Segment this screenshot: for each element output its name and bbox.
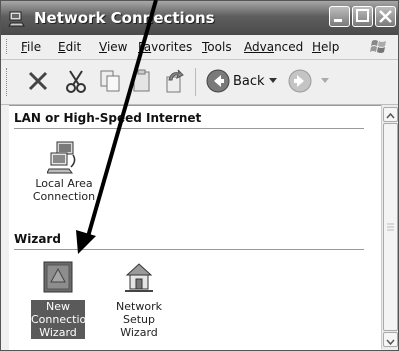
- scroll-down-button[interactable]: [383, 332, 398, 347]
- menu-bar: File Edit View Favorites Tools Advanced …: [1, 35, 398, 60]
- menu-edit-rest: dit: [65, 40, 82, 54]
- chevron-down-icon: [386, 339, 395, 346]
- close-button[interactable]: [375, 6, 396, 27]
- menu-file-rest: ile: [27, 40, 42, 54]
- minimize-button[interactable]: [329, 6, 350, 27]
- minimize-icon: [334, 19, 342, 22]
- menu-help-rest: elp: [321, 40, 340, 54]
- back-button[interactable]: Back: [203, 67, 283, 95]
- menu-help[interactable]: Help: [312, 40, 339, 54]
- menu-advanced-rest: nced: [274, 40, 304, 54]
- item-label-line2: Connection: [31, 313, 94, 326]
- item-label-line1: Local Area: [35, 177, 93, 190]
- back-dropdown-icon[interactable]: [269, 78, 277, 84]
- vertical-scrollbar[interactable]: [381, 105, 398, 349]
- copy-icon[interactable]: [97, 68, 123, 94]
- forward-button[interactable]: [285, 67, 335, 95]
- menu-view[interactable]: View: [99, 40, 127, 54]
- group-header-lan: LAN or High-Speed Internet: [14, 111, 202, 125]
- toolbar: Back: [1, 60, 398, 105]
- maximize-icon: [356, 9, 369, 22]
- menu-tools-rest: ools: [207, 40, 232, 54]
- scroll-up-button[interactable]: [383, 107, 398, 122]
- paste-icon[interactable]: [129, 68, 155, 94]
- network-connections-icon: [8, 11, 25, 27]
- delete-icon[interactable]: [25, 68, 51, 94]
- item-label-line1: Network Setup: [116, 300, 162, 326]
- local-area-connection[interactable]: Local Area Connection: [29, 139, 99, 203]
- toolbar-grip: [6, 68, 10, 96]
- menu-edit[interactable]: Edit: [58, 40, 81, 54]
- menu-advanced-accel: Adva: [244, 40, 275, 54]
- group-divider: [14, 128, 364, 129]
- menu-grip: [6, 39, 10, 54]
- cut-icon[interactable]: [63, 68, 89, 94]
- scroll-thumb[interactable]: [383, 123, 398, 331]
- undo-icon[interactable]: [161, 68, 187, 94]
- title-bar[interactable]: Network Connections: [1, 1, 398, 35]
- menu-favorites[interactable]: Favorites: [138, 40, 192, 54]
- item-label-line1: New: [31, 300, 85, 313]
- forward-dropdown-icon[interactable]: [321, 78, 329, 84]
- window-title: Network Connections: [34, 9, 215, 27]
- network-setup-wizard[interactable]: Network Setup Wizard: [99, 260, 179, 339]
- network-connections-window: Network Connections File Edit View Favor…: [0, 0, 399, 351]
- chevron-up-icon: [386, 112, 395, 119]
- group-header-wizard: Wizard: [14, 232, 61, 246]
- menu-view-accel: V: [99, 40, 107, 54]
- forward-arrow-icon: [288, 69, 312, 93]
- new-connection-wizard[interactable]: New Connection Wizard: [31, 260, 94, 339]
- toolbar-separator: [195, 68, 196, 96]
- menu-help-accel: H: [312, 40, 322, 54]
- new-connection-wizard-icon: [43, 261, 73, 293]
- menu-advanced[interactable]: Advanced: [244, 40, 303, 54]
- content-pane: LAN or High-Speed Internet Local Area Co…: [9, 105, 381, 350]
- network-connection-icon: [47, 141, 76, 174]
- menu-favorites-rest: vorites: [151, 40, 193, 54]
- windows-flag-icon: [370, 40, 386, 53]
- back-arrow-icon: [206, 69, 230, 93]
- house-network-icon: [125, 263, 153, 292]
- menu-tools[interactable]: Tools: [202, 40, 232, 54]
- menu-edit-accel: E: [58, 40, 66, 54]
- item-label-line2: Wizard: [120, 326, 158, 339]
- back-label: Back: [233, 74, 265, 89]
- item-label-line3: Wizard: [31, 326, 85, 339]
- menu-file[interactable]: File: [21, 40, 41, 54]
- grip-lines-icon: [387, 223, 394, 231]
- menu-view-rest: iew: [106, 40, 128, 54]
- group-divider: [14, 249, 364, 250]
- item-label-line2: Connection: [32, 190, 96, 203]
- maximize-button[interactable]: [352, 6, 373, 27]
- menu-favorites-accel: Fa: [138, 40, 152, 54]
- close-icon: [379, 10, 392, 23]
